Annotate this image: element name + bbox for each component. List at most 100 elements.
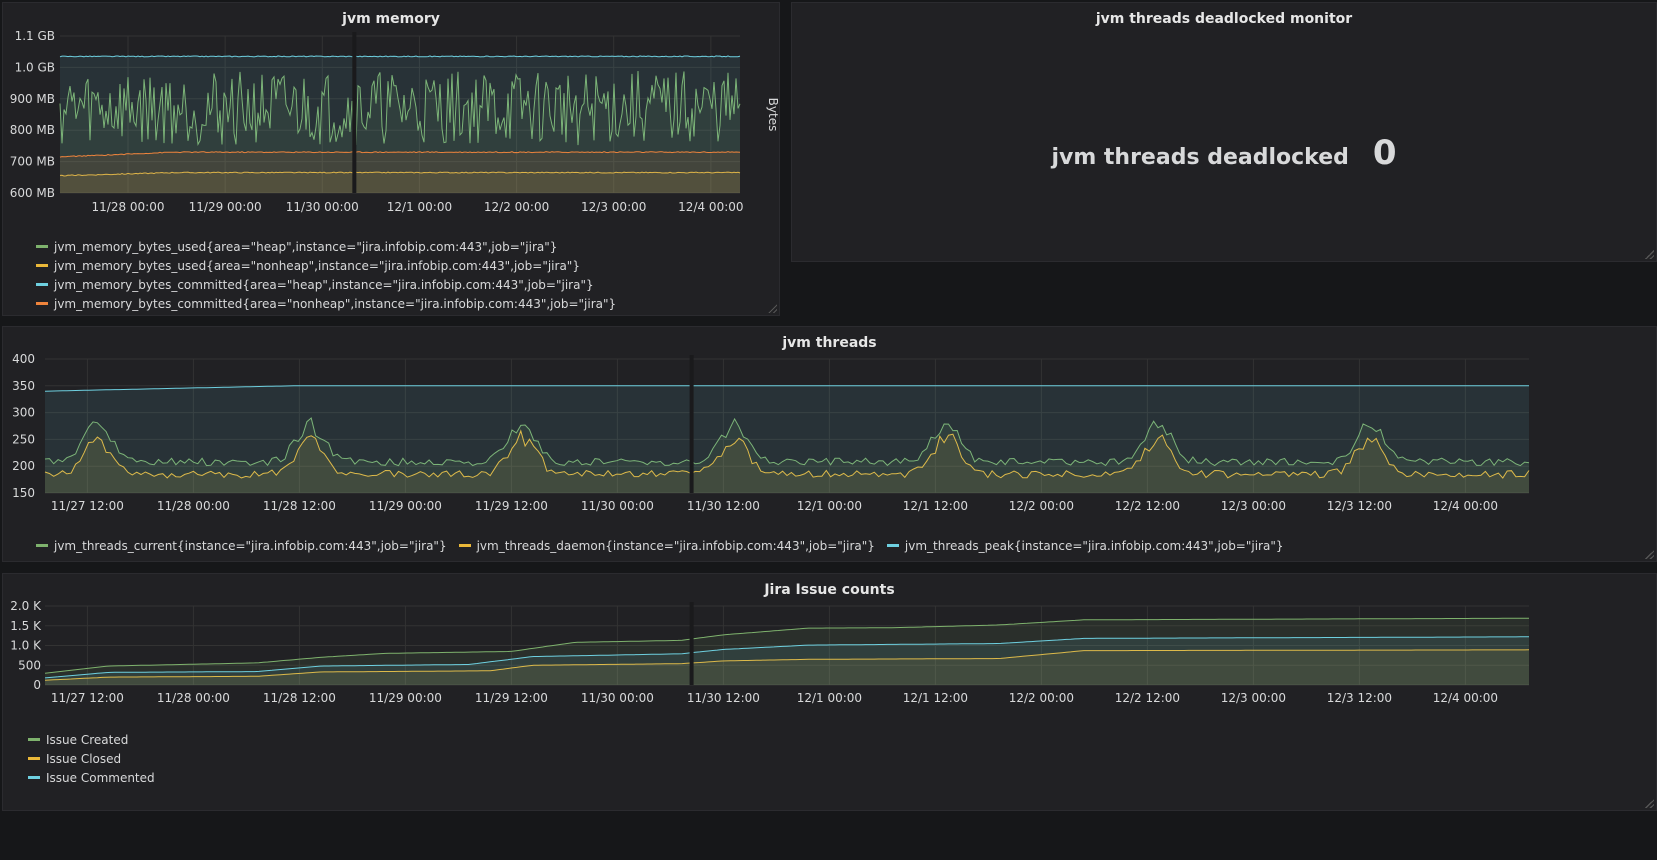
y-tick-label: 1.0 K [10, 639, 42, 653]
x-tick-label: 11/29 00:00 [189, 200, 262, 214]
singlestat-value: 0 [1372, 133, 1397, 173]
x-tick-label: 11/29 00:00 [369, 691, 442, 705]
legend-label: Issue Created [46, 732, 129, 747]
legend-item[interactable]: jvm_threads_current{instance="jira.infob… [36, 536, 447, 555]
y-tick-label: 1.5 K [10, 619, 42, 633]
y-tick-label: 1.0 GB [15, 60, 55, 74]
x-tick-label: 11/27 12:00 [51, 499, 124, 513]
legend-item[interactable]: Issue Commented [28, 768, 155, 787]
legend-item[interactable]: jvm_memory_bytes_committed{area="heap",i… [36, 275, 616, 294]
x-tick-label: 12/1 00:00 [797, 499, 862, 513]
legend-label: jvm_threads_current{instance="jira.infob… [54, 538, 447, 553]
resize-handle-icon[interactable] [1645, 799, 1654, 808]
legend-item[interactable]: Issue Closed [28, 749, 155, 768]
x-tick-label: 11/28 00:00 [157, 499, 230, 513]
y-tick-label: 150 [12, 486, 35, 500]
y-tick-label: 200 [12, 459, 35, 473]
legend-item[interactable]: jvm_threads_peak{instance="jira.infobip.… [886, 536, 1284, 555]
y-tick-label: 400 [12, 352, 35, 366]
jvm-threads-legend: jvm_threads_current{instance="jira.infob… [36, 536, 1296, 555]
series-area [60, 151, 740, 193]
legend-swatch-icon [28, 776, 40, 779]
y-tick-label: 900 MB [10, 92, 55, 106]
x-tick-label: 12/2 12:00 [1115, 499, 1180, 513]
legend-label: jvm_memory_bytes_used{area="nonheap",ins… [54, 258, 580, 273]
singlestat: jvm threads deadlocked 0 [792, 133, 1656, 173]
legend-item[interactable]: Issue Created [28, 730, 155, 749]
y-tick-label: 700 MB [10, 155, 55, 169]
jvm-memory-legend: jvm_memory_bytes_used{area="heap",instan… [36, 237, 616, 313]
legend-item[interactable]: jvm_threads_daemon{instance="jira.infobi… [458, 536, 875, 555]
x-tick-label: 12/4 00:00 [678, 200, 743, 214]
x-tick-label: 12/2 12:00 [1115, 691, 1180, 705]
x-tick-label: 12/2 00:00 [1009, 499, 1074, 513]
legend-swatch-icon [36, 264, 48, 267]
deadlocked-panel-title[interactable]: jvm threads deadlocked monitor [792, 11, 1656, 27]
x-tick-label: 12/2 00:00 [1009, 691, 1074, 705]
data-gap [689, 355, 694, 493]
y-tick-label: 300 [12, 406, 35, 420]
resize-handle-icon[interactable] [1645, 250, 1654, 259]
y-tick-label: 1.1 GB [15, 29, 55, 43]
x-tick-label: 11/28 12:00 [263, 691, 336, 705]
jvm-threads-chart[interactable]: 150 200 250 300 350 400 11/27 12:00 11/28 00:00… [3, 327, 1657, 527]
x-tick-label: 12/4 00:00 [1433, 499, 1498, 513]
legend-item[interactable]: jvm_memory_bytes_committed{area="nonheap… [36, 294, 616, 313]
series-area [45, 385, 1529, 493]
x-tick-label: 12/1 00:00 [797, 691, 862, 705]
legend-swatch-icon [36, 544, 48, 547]
legend-label: jvm_threads_peak{instance="jira.infobip.… [904, 538, 1284, 553]
x-tick-label: 12/1 00:00 [387, 200, 452, 214]
jira-issue-counts-panel: Jira Issue counts 0 500 1.0 K 1.5 K 2.0 K 11/… [2, 573, 1657, 811]
legend-item[interactable]: jvm_memory_bytes_used{area="nonheap",ins… [36, 256, 616, 275]
x-tick-label: 11/30 12:00 [687, 691, 760, 705]
legend-label: jvm_threads_daemon{instance="jira.infobi… [476, 538, 875, 553]
y-tick-label: 250 [12, 432, 35, 446]
legend-label: jvm_memory_bytes_committed{area="nonheap… [54, 296, 617, 311]
resize-handle-icon[interactable] [768, 304, 777, 313]
legend-swatch-icon [886, 544, 899, 547]
x-tick-label: 12/3 00:00 [1221, 499, 1286, 513]
legend-swatch-icon [36, 245, 48, 248]
x-tick-label: 11/30 00:00 [581, 499, 654, 513]
x-tick-label: 12/4 00:00 [1433, 691, 1498, 705]
x-tick-label: 12/2 00:00 [484, 200, 549, 214]
x-tick-label: 12/1 12:00 [903, 499, 968, 513]
legend-swatch-icon [28, 757, 40, 760]
jvm-threads-deadlocked-panel: jvm threads deadlocked monitor jvm threa… [791, 2, 1657, 262]
legend-swatch-icon [28, 738, 40, 741]
y-tick-label: 350 [12, 379, 35, 393]
y-tick-label: 500 [18, 658, 41, 672]
x-tick-label: 12/3 12:00 [1327, 499, 1392, 513]
jvm-memory-chart[interactable]: 600 MB 700 MB 800 MB 900 MB 1.0 GB 1.1 GB 11/2… [3, 3, 781, 228]
x-tick-label: 11/30 00:00 [286, 200, 359, 214]
y-tick-label: 0 [33, 678, 41, 692]
x-tick-label: 11/29 12:00 [475, 499, 548, 513]
y-tick-label: 600 MB [10, 186, 55, 200]
x-tick-label: 11/27 12:00 [51, 691, 124, 705]
resize-handle-icon[interactable] [1645, 550, 1654, 559]
x-tick-label: 12/1 12:00 [903, 691, 968, 705]
jira-issue-counts-chart[interactable]: 0 500 1.0 K 1.5 K 2.0 K 11/27 12:00 11/28 00:0… [3, 574, 1657, 714]
legend-item[interactable]: jvm_memory_bytes_used{area="heap",instan… [36, 237, 616, 256]
y-tick-label: 800 MB [10, 123, 55, 137]
legend-swatch-icon [36, 283, 48, 286]
legend-label: jvm_memory_bytes_committed{area="heap",i… [54, 277, 594, 292]
legend-label: Issue Commented [46, 770, 155, 785]
legend-label: Issue Closed [46, 751, 122, 766]
x-tick-label: 11/30 00:00 [581, 691, 654, 705]
x-tick-label: 12/3 00:00 [1221, 691, 1286, 705]
legend-swatch-icon [36, 302, 48, 305]
legend-label: jvm_memory_bytes_used{area="heap",instan… [54, 239, 558, 254]
x-tick-label: 11/28 00:00 [157, 691, 230, 705]
jvm-threads-panel: jvm threads 150 200 250 300 350 400 11/27 12:0… [2, 326, 1657, 562]
x-tick-label: 11/29 12:00 [475, 691, 548, 705]
x-tick-label: 11/29 00:00 [369, 499, 442, 513]
x-tick-label: 11/28 00:00 [92, 200, 165, 214]
x-tick-label: 11/28 12:00 [263, 499, 336, 513]
data-gap [689, 602, 694, 685]
jira-issue-counts-legend: Issue Created Issue Closed Issue Commented [28, 730, 155, 787]
legend-swatch-icon [458, 544, 471, 547]
x-tick-label: 12/3 12:00 [1327, 691, 1392, 705]
singlestat-prefix: jvm threads deadlocked [1051, 145, 1349, 170]
